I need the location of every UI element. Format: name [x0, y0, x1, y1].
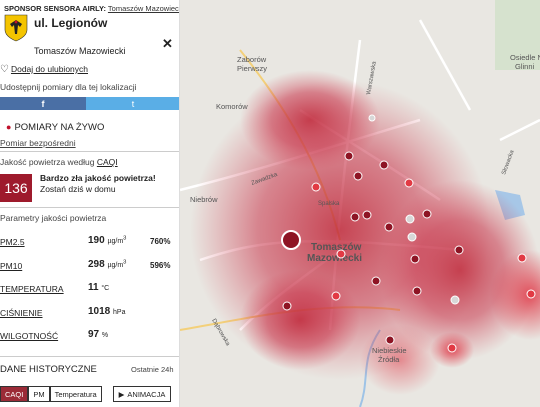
sensor-marker[interactable] [379, 160, 389, 170]
sensor-marker[interactable] [385, 335, 395, 345]
twitter-icon: t [131, 98, 135, 109]
city-crest-icon [4, 14, 28, 42]
sensor-marker[interactable] [371, 276, 381, 286]
animation-label: ANIMACJA [127, 389, 166, 399]
sensor-marker[interactable] [384, 222, 394, 232]
divider [0, 151, 179, 152]
map-label-niebieskie: Niebieskie [372, 346, 407, 355]
param-name-humidity[interactable]: WILGOTNOŚĆ [0, 331, 58, 341]
caqi-index-badge: 136 [0, 174, 32, 202]
tab-temperature[interactable]: Temperatura [49, 386, 102, 402]
add-favorite-link[interactable]: ♡ Dodaj do ulubionych [0, 64, 88, 75]
sensor-marker[interactable] [410, 254, 420, 264]
param-name-pm10[interactable]: PM10 [0, 261, 22, 271]
svg-text:Mazowiecki: Mazowiecki [307, 253, 362, 264]
param-value-temperature: 11 °C [88, 282, 110, 293]
station-panel: SPONSOR SENSORA AIRLY: Tomaszów Mazowiec… [0, 0, 180, 407]
social-share-bar: f t [0, 97, 179, 110]
sensor-marker[interactable] [526, 289, 536, 299]
twitter-share-button[interactable]: t [86, 97, 179, 110]
sensor-marker[interactable] [331, 291, 341, 301]
map-label-niebrow: Niebrów [190, 195, 218, 204]
param-row-pressure: CIŚNIENIE 1018 hPa [0, 306, 179, 321]
sensor-marker[interactable] [336, 249, 346, 259]
param-name-pressure[interactable]: CIŚNIENIE [0, 308, 43, 318]
live-dot-icon: ● [6, 122, 12, 132]
sensor-marker[interactable] [447, 343, 457, 353]
sensor-marker-offline[interactable] [450, 295, 460, 305]
sensor-marker[interactable] [282, 301, 292, 311]
param-pct-pm25: 760% [150, 237, 171, 246]
param-row-pm25: PM2.5 190 µg/m3 760% [0, 235, 179, 250]
sensor-marker[interactable] [454, 245, 464, 255]
sponsor-link[interactable]: Tomaszów Mazowiecki [108, 4, 179, 13]
sensor-marker[interactable] [350, 212, 360, 222]
sensor-marker-offline[interactable] [405, 214, 415, 224]
param-name-pm25[interactable]: PM2.5 [0, 237, 25, 247]
sensor-marker-offline[interactable] [368, 114, 376, 122]
map-label-glinnik: Glinni [515, 62, 535, 71]
animation-button[interactable]: ▶ ANIMACJA [113, 386, 171, 402]
heart-icon: ♡ [0, 64, 9, 75]
station-city: Tomaszów Mazowiecki [34, 46, 126, 56]
param-row-pm10: PM10 298 µg/m3 596% [0, 259, 179, 274]
play-icon: ▶ [118, 389, 125, 399]
param-value-pm25: 190 µg/m3 [88, 235, 127, 246]
tab-caqi[interactable]: CAQI [0, 386, 29, 402]
map-label-spalska: Spalska [318, 201, 340, 207]
sensor-marker[interactable] [311, 182, 321, 192]
param-pct-pm10: 596% [150, 261, 171, 270]
param-value-pm10: 298 µg/m3 [88, 259, 127, 270]
params-title: Parametry jakości powietrza [0, 213, 107, 223]
sensor-marker[interactable] [517, 253, 527, 263]
param-row-temperature: TEMPERATURA 11 °C [0, 282, 179, 297]
param-name-temperature[interactable]: TEMPERATURA [0, 284, 64, 294]
quality-advice: Zostań dziś w domu [40, 184, 116, 194]
sensor-marker[interactable] [362, 210, 372, 220]
map-label-zaborow: Zaborów [237, 55, 267, 64]
direct-measurement-link[interactable]: Pomiar bezpośredni [0, 138, 76, 148]
caqi-label: Jakość powietrza według CAQI [0, 157, 118, 167]
quality-verdict: Bardzo zła jakość powietrza! Zostań dziś… [40, 173, 156, 195]
close-icon[interactable]: ✕ [162, 36, 173, 52]
history-tabs: CAQI PM Temperatura [0, 386, 102, 402]
svg-text:Tomaszów: Tomaszów [311, 242, 362, 253]
map-label-komorow: Komorów [216, 102, 248, 111]
facebook-icon: f [41, 98, 45, 109]
favorite-label: Dodaj do ulubionych [10, 64, 88, 74]
divider [0, 207, 179, 208]
sensor-marker[interactable] [344, 151, 354, 161]
caqi-label-prefix: Jakość powietrza według [0, 157, 95, 167]
history-title: DANE HISTORYCZNE [0, 364, 97, 375]
sponsor-label: SPONSOR SENSORA AIRLY: [4, 4, 106, 13]
facebook-share-button[interactable]: f [0, 97, 86, 110]
quality-verdict-text: Bardzo zła jakość powietrza! [40, 173, 156, 183]
map-label-zrodla: Źródła [378, 355, 400, 364]
live-title: POMIARY NA ŻYWO [14, 122, 105, 133]
tab-pm[interactable]: PM [28, 386, 50, 402]
caqi-link[interactable]: CAQI [97, 157, 118, 167]
sensor-marker[interactable] [353, 171, 363, 181]
map-label-pierwszy: Pierwszy [237, 64, 267, 73]
divider [0, 356, 179, 357]
sponsor-line: SPONSOR SENSORA AIRLY: Tomaszów Mazowiec… [0, 0, 179, 13]
sensor-marker[interactable] [422, 209, 432, 219]
station-street: ul. Legionów [34, 16, 108, 30]
param-row-humidity: WILGOTNOŚĆ 97 % [0, 329, 179, 344]
live-measurements-heading: ● POMIARY NA ŻYWO [0, 122, 104, 133]
sensor-marker[interactable] [412, 286, 422, 296]
sensor-marker[interactable] [404, 178, 414, 188]
param-value-pressure: 1018 hPa [88, 306, 126, 317]
share-label: Udostępnij pomiary dla tej lokalizacji [0, 82, 137, 92]
map-label-osiedle: Osiedle N [510, 53, 540, 62]
history-period: Ostatnie 24h [131, 365, 174, 374]
param-value-humidity: 97 % [88, 329, 109, 340]
map-city-label: Tomaszów Mazowiecki [307, 242, 362, 264]
sensor-marker-offline[interactable] [407, 232, 417, 242]
sensor-marker-selected[interactable] [281, 230, 301, 250]
